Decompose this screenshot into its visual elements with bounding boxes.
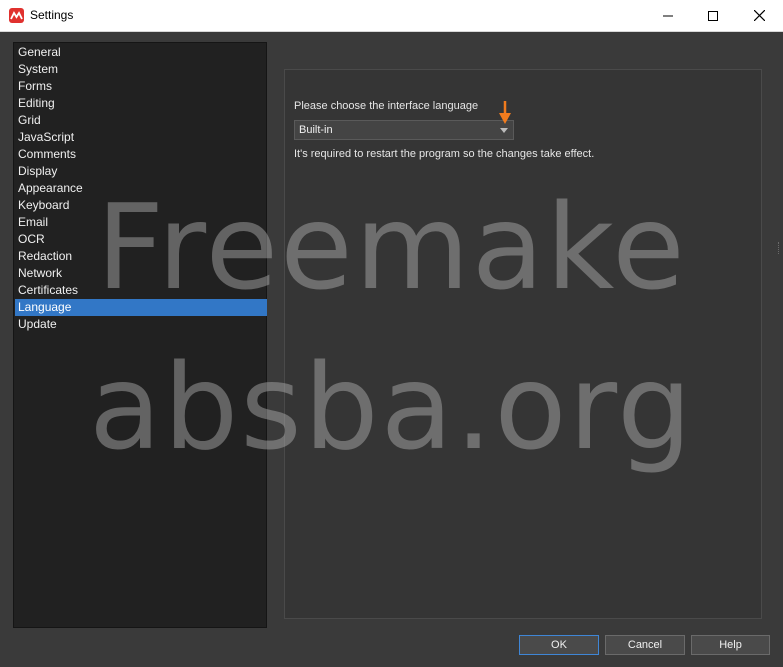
sidebar-item-general[interactable]: General — [15, 44, 267, 61]
close-button[interactable] — [736, 0, 782, 31]
window-title: Settings — [30, 8, 74, 22]
title-bar[interactable]: Settings — [0, 0, 783, 32]
splitter-grip[interactable] — [778, 242, 782, 254]
sidebar-item-editing[interactable]: Editing — [15, 95, 267, 112]
maximize-icon — [708, 10, 718, 21]
watermark-line-1: Freemake — [96, 178, 687, 316]
help-button[interactable]: Help — [691, 635, 770, 655]
restart-note: It's required to restart the program so … — [294, 148, 595, 160]
language-prompt-label: Please choose the interface language — [294, 100, 479, 112]
sidebar-item-forms[interactable]: Forms — [15, 78, 267, 95]
minimize-icon — [663, 15, 673, 16]
sidebar-item-grid[interactable]: Grid — [15, 112, 267, 129]
language-select-value: Built-in — [299, 124, 333, 136]
language-select[interactable]: Built-in — [294, 120, 514, 140]
arrow-down-icon — [499, 101, 511, 124]
sidebar-item-comments[interactable]: Comments — [15, 146, 267, 163]
watermark-line-2: absba.org — [89, 338, 694, 476]
maximize-button[interactable] — [690, 0, 736, 31]
ok-button[interactable]: OK — [519, 635, 599, 655]
app-logo-icon — [9, 8, 24, 23]
cancel-button[interactable]: Cancel — [605, 635, 685, 655]
chevron-down-icon[interactable] — [500, 128, 508, 133]
settings-category-list[interactable]: General System Forms Editing Grid JavaSc… — [13, 42, 267, 628]
minimize-button[interactable] — [645, 0, 691, 31]
sidebar-item-update[interactable]: Update — [15, 316, 267, 333]
sidebar-item-system[interactable]: System — [15, 61, 267, 78]
close-icon — [753, 10, 765, 21]
sidebar-item-javascript[interactable]: JavaScript — [15, 129, 267, 146]
